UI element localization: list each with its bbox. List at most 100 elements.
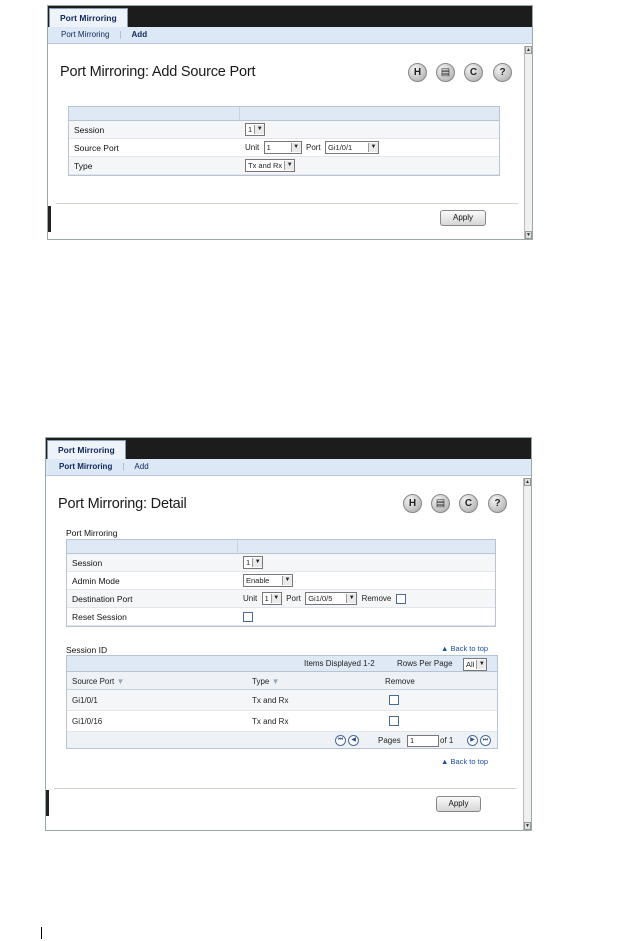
help-icon[interactable]: ? — [493, 63, 512, 82]
help-icon[interactable]: ? — [488, 494, 507, 513]
row-session: Session 1 ▼ — [69, 121, 499, 139]
unit-select[interactable]: 1 ▼ — [261, 592, 282, 605]
left-grip — [48, 206, 51, 232]
section-label: Port Mirroring — [66, 528, 118, 538]
chevron-down-icon: ▼ — [476, 660, 487, 669]
table-toolbar: Items Displayed 1-2 Rows Per Page All ▼ — [67, 656, 497, 672]
save-icon[interactable]: H — [403, 494, 422, 513]
tab-bar: Port Mirroring — [46, 438, 531, 460]
page-title: Port Mirroring: Detail — [58, 496, 187, 512]
refresh-icon[interactable]: C — [459, 494, 478, 513]
refresh-icon[interactable]: C — [464, 63, 483, 82]
cell-source-port: Gi1/0/16 — [72, 717, 103, 726]
scroll-down-icon[interactable]: ▼ — [525, 231, 532, 239]
session-id-label: Session ID — [66, 645, 108, 655]
last-page-icon[interactable]: ⏭ — [480, 735, 491, 746]
rows-per-page-label: Rows Per Page — [397, 659, 453, 668]
reset-session-label: Reset Session — [72, 612, 127, 622]
apply-button[interactable]: Apply — [440, 210, 486, 226]
table-header: Source Port ▼ Type ▼ Remove — [67, 672, 497, 690]
source-port-label: Source Port — [74, 143, 119, 153]
type-label: Type — [74, 161, 93, 171]
chevron-down-icon: ▼ — [284, 161, 295, 170]
destination-port-select[interactable]: Gi1/0/5 ▼ — [305, 592, 358, 605]
previous-page-icon[interactable]: ◀ — [348, 735, 359, 746]
back-to-top-link[interactable]: ▲ Back to top — [441, 644, 488, 653]
toolbar-icons: H ▤ C ? — [403, 494, 513, 514]
sub-navigation: Port Mirroring | Add — [48, 27, 532, 44]
row-destination-port: Destination Port Unit 1 ▼ Port Gi1/0/5 ▼ R… — [67, 590, 495, 608]
pages-label: Pages — [378, 736, 401, 745]
rows-per-page-select[interactable]: All ▼ — [463, 658, 488, 671]
port-mirroring-form: Session 1 ▼ Admin Mode Enable ▼ Destinatio… — [66, 539, 496, 627]
scroll-up-icon[interactable]: ▲ — [524, 478, 531, 486]
remove-row-checkbox[interactable] — [389, 716, 399, 726]
toolbar-icons: H ▤ C ? — [408, 63, 518, 83]
row-type: Type Tx and Rx ▼ — [69, 157, 499, 175]
table-row: Gi1/0/1 Tx and Rx — [67, 690, 497, 711]
source-port-select[interactable]: Gi1/0/1 ▼ — [325, 141, 380, 154]
scrollbar[interactable]: ▲ ▼ — [523, 478, 531, 830]
nav-add[interactable]: Add — [132, 27, 148, 43]
remove-row-checkbox[interactable] — [389, 695, 399, 705]
sub-navigation: Port Mirroring | Add — [46, 459, 531, 476]
form-header — [69, 107, 499, 121]
items-displayed: Items Displayed 1-2 — [304, 659, 375, 668]
page-edge-mark — [41, 927, 42, 939]
chevron-down-icon: ▼ — [254, 125, 265, 134]
screen-add-source-port: Port Mirroring Port Mirroring | Add Port M… — [47, 5, 533, 240]
back-to-top-link[interactable]: ▲ Back to top — [441, 757, 488, 766]
sort-icon: ▼ — [271, 677, 280, 686]
separator-line — [56, 203, 518, 204]
chevron-down-icon: ▼ — [290, 143, 301, 152]
cell-source-port: Gi1/0/1 — [72, 696, 98, 705]
page-title: Port Mirroring: Add Source Port — [60, 64, 256, 80]
tab-port-mirroring[interactable]: Port Mirroring — [47, 440, 126, 460]
nav-add[interactable]: Add — [134, 459, 148, 475]
nav-port-mirroring[interactable]: Port Mirroring — [59, 459, 112, 475]
print-icon[interactable]: ▤ — [431, 494, 450, 513]
column-type[interactable]: Type ▼ — [252, 677, 280, 686]
row-admin-mode: Admin Mode Enable ▼ — [67, 572, 495, 590]
unit-select[interactable]: 1 ▼ — [263, 141, 302, 154]
next-page-icon[interactable]: ▶ — [467, 735, 478, 746]
apply-button[interactable]: Apply — [436, 796, 481, 812]
tab-port-mirroring[interactable]: Port Mirroring — [49, 8, 128, 28]
reset-session-checkbox[interactable] — [243, 611, 253, 622]
column-source-port[interactable]: Source Port ▼ — [72, 677, 124, 686]
admin-mode-label: Admin Mode — [72, 576, 120, 586]
row-reset-session: Reset Session — [67, 608, 495, 626]
separator-line — [54, 788, 517, 789]
form-header — [67, 540, 495, 554]
session-label: Session — [74, 125, 105, 135]
print-icon[interactable]: ▤ — [436, 63, 455, 82]
cell-type: Tx and Rx — [252, 696, 289, 705]
screen-detail: Port Mirroring Port Mirroring | Add Port M… — [45, 437, 532, 831]
remove-destination-checkbox[interactable] — [395, 593, 406, 604]
nav-port-mirroring[interactable]: Port Mirroring — [61, 27, 109, 43]
session-select[interactable]: 1 ▼ — [245, 123, 266, 136]
page-input[interactable]: 1 — [407, 735, 439, 747]
type-select[interactable]: Tx and Rx ▼ — [245, 159, 296, 172]
save-icon[interactable]: H — [408, 63, 427, 82]
scroll-down-icon[interactable]: ▼ — [524, 822, 531, 830]
table-body: Gi1/0/1 Tx and Rx Gi1/0/16 Tx and Rx — [67, 690, 497, 732]
chevron-down-icon: ▼ — [270, 594, 281, 603]
left-grip — [46, 790, 49, 816]
first-page-icon[interactable]: ⏮ — [335, 735, 346, 746]
port-label: Port — [286, 594, 301, 603]
unit-label: Unit — [245, 143, 260, 152]
port-label: Port — [305, 143, 321, 152]
destination-port-label: Destination Port — [72, 594, 133, 604]
add-source-form: Session 1 ▼ Source Port Unit 1 ▼ Port Gi1/… — [68, 106, 500, 176]
page-of-label: of 1 — [440, 736, 454, 745]
scrollbar[interactable]: ▲ ▼ — [524, 46, 532, 239]
cell-type: Tx and Rx — [252, 717, 289, 726]
table-row: Gi1/0/16 Tx and Rx — [67, 711, 497, 732]
session-table: Items Displayed 1-2 Rows Per Page All ▼ S… — [66, 655, 498, 749]
chevron-down-icon: ▼ — [346, 594, 357, 603]
session-select[interactable]: 1 ▼ — [243, 556, 264, 569]
scroll-up-icon[interactable]: ▲ — [525, 46, 532, 54]
admin-mode-select[interactable]: Enable ▼ — [243, 574, 293, 587]
remove-label: Remove — [361, 594, 392, 603]
